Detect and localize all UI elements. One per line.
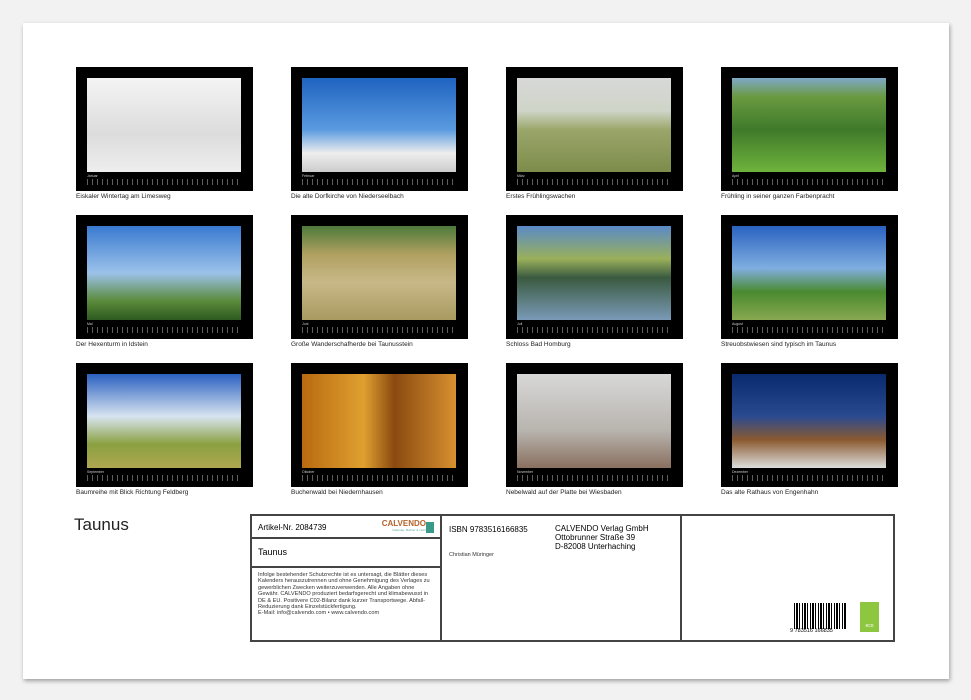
- publisher-city: D-82008 Unterhaching: [555, 542, 649, 551]
- month-photo: [732, 226, 886, 320]
- day-row: [87, 327, 241, 333]
- month-label: Juli: [517, 322, 522, 326]
- month-label: Mai: [87, 322, 93, 326]
- month-photo: [302, 226, 456, 320]
- month-photo: [517, 226, 671, 320]
- info-column-left: Artikel-Nr. 2084739 CALVENDOKalender, Bü…: [252, 516, 442, 640]
- month-thumbnail: Juni Große Wanderschafherde bei Taunusst…: [291, 215, 468, 348]
- month-label: Juni: [302, 322, 308, 326]
- photo-caption: Das alte Rathaus von Engenhahn: [721, 489, 898, 496]
- photo-caption: Buchenwald bei Niedernhausen: [291, 489, 468, 496]
- month-photo: [732, 374, 886, 468]
- calendar-page: August: [721, 215, 898, 339]
- author: Christian Müringer: [449, 552, 494, 558]
- day-row: [732, 179, 886, 185]
- barcode-number: 9 783516 166835: [790, 628, 833, 634]
- month-thumbnail: April Frühling in seiner ganzen Farbenpr…: [721, 67, 898, 200]
- eco-leaf-icon: eco: [860, 602, 879, 632]
- product-name: Taunus: [252, 539, 440, 568]
- calendar-page: Juni: [291, 215, 468, 339]
- calendar-page: Mai: [76, 215, 253, 339]
- month-thumbnail: Juli Schloss Bad Homburg: [506, 215, 683, 348]
- day-row: [517, 179, 671, 185]
- photo-caption: Schloss Bad Homburg: [506, 341, 683, 348]
- photo-caption: Nebelwald auf der Platte bei Wiesbaden: [506, 489, 683, 496]
- legal-text: Infolge bestehender Schutzrechte ist es …: [252, 568, 440, 621]
- month-thumbnail: November Nebelwald auf der Platte bei Wi…: [506, 363, 683, 496]
- day-row: [302, 179, 456, 185]
- day-row: [87, 475, 241, 481]
- month-label: Februar: [302, 174, 314, 178]
- day-row: [302, 327, 456, 333]
- day-row: [732, 475, 886, 481]
- month-thumbnail: Mai Der Hexenturm in Idstein: [76, 215, 253, 348]
- publisher-address: CALVENDO Verlag GmbH Ottobrunner Straße …: [555, 524, 649, 551]
- month-photo: [517, 78, 671, 172]
- logo-icon: [426, 522, 434, 533]
- month-label: Januar: [87, 174, 98, 178]
- calendar-page: Februar: [291, 67, 468, 191]
- month-photo: [732, 78, 886, 172]
- month-photo: [87, 226, 241, 320]
- photo-caption: Eiskaler Wintertag am Limesweg: [76, 193, 253, 200]
- calendar-page: November: [506, 363, 683, 487]
- month-thumbnail: August Streuobstwiesen sind typisch im T…: [721, 215, 898, 348]
- isbn: ISBN 9783516166835: [449, 525, 528, 534]
- month-label: Dezember: [732, 470, 748, 474]
- month-label: August: [732, 322, 743, 326]
- article-number: Artikel-Nr. 2084739: [258, 523, 326, 532]
- calendar-page: März: [506, 67, 683, 191]
- photo-caption: Frühling in seiner ganzen Farbenpracht: [721, 193, 898, 200]
- day-row: [517, 327, 671, 333]
- day-row: [302, 475, 456, 481]
- month-label: März: [517, 174, 525, 178]
- publisher-name: CALVENDO Verlag GmbH: [555, 524, 649, 533]
- month-thumbnail: September Baumreihe mit Blick Richtung F…: [76, 363, 253, 496]
- month-thumbnail: Oktober Buchenwald bei Niedernhausen: [291, 363, 468, 496]
- photo-caption: Große Wanderschafherde bei Taunusstein: [291, 341, 468, 348]
- month-thumbnail: Januar Eiskaler Wintertag am Limesweg: [76, 67, 253, 200]
- info-column-middle: ISBN 9783516166835 CALVENDO Verlag GmbH …: [442, 516, 682, 640]
- calendar-page: Juli: [506, 215, 683, 339]
- month-photo: [87, 374, 241, 468]
- calendar-page: Januar: [76, 67, 253, 191]
- month-photo: [517, 374, 671, 468]
- photo-caption: Streuobstwiesen sind typisch im Taunus: [721, 341, 898, 348]
- logo-text: CALVENDO: [382, 519, 426, 528]
- day-row: [732, 327, 886, 333]
- month-label: Oktober: [302, 470, 314, 474]
- month-thumbnail: März Erstes Frühlingswachen: [506, 67, 683, 200]
- calvendo-logo: CALVENDOKalender, Bücher & mehr: [382, 519, 426, 532]
- month-label: April: [732, 174, 739, 178]
- calendar-title: Taunus: [74, 515, 129, 535]
- month-photo: [87, 78, 241, 172]
- month-label: November: [517, 470, 533, 474]
- calendar-page: April: [721, 67, 898, 191]
- product-info-box: Artikel-Nr. 2084739 CALVENDOKalender, Bü…: [250, 514, 895, 642]
- day-row: [517, 475, 671, 481]
- eco-label: eco: [865, 623, 873, 629]
- day-row: [87, 179, 241, 185]
- photo-caption: Die alte Dorfkirche von Niederseelbach: [291, 193, 468, 200]
- calendar-page: Dezember: [721, 363, 898, 487]
- month-photo: [302, 78, 456, 172]
- photo-caption: Erstes Frühlingswachen: [506, 193, 683, 200]
- calendar-page: Oktober: [291, 363, 468, 487]
- month-label: September: [87, 470, 104, 474]
- legal-notice: Infolge bestehender Schutzrechte ist es …: [258, 572, 434, 610]
- contact-line: E-Mail: info@calvendo.com • www.calvendo…: [258, 610, 434, 616]
- publisher-street: Ottobrunner Straße 39: [555, 533, 649, 542]
- logo-tagline: Kalender, Bücher & mehr: [382, 528, 426, 532]
- calendar-page: September: [76, 363, 253, 487]
- month-photo: [302, 374, 456, 468]
- month-thumbnail: Dezember Das alte Rathaus von Engenhahn: [721, 363, 898, 496]
- photo-caption: Der Hexenturm in Idstein: [76, 341, 253, 348]
- month-thumbnail: Februar Die alte Dorfkirche von Niederse…: [291, 67, 468, 200]
- barcode: [794, 603, 846, 629]
- article-row: Artikel-Nr. 2084739 CALVENDOKalender, Bü…: [252, 516, 440, 539]
- photo-caption: Baumreihe mit Blick Richtung Feldberg: [76, 489, 253, 496]
